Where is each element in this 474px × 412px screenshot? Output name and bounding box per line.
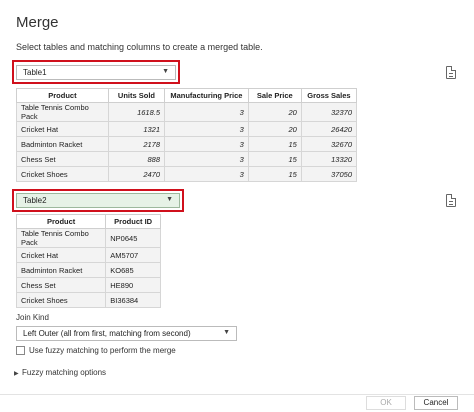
ok-button[interactable]: OK: [366, 396, 406, 410]
triangle-right-icon[interactable]: ▶: [14, 370, 19, 377]
table2-header-product: Product: [15, 214, 107, 229]
table-row: Cricket Hat 1321 3 20 26420: [16, 121, 358, 137]
table-cell: 15: [247, 136, 302, 152]
table-cell: 20: [247, 121, 302, 137]
table-cell: Cricket Hat: [16, 121, 109, 137]
table-cell: 888: [107, 151, 166, 167]
table-cell: NP0645: [105, 228, 161, 248]
fuzzy-options-toggle[interactable]: Fuzzy matching options: [22, 368, 106, 377]
table-cell: HE890: [105, 277, 161, 293]
table-row: Badminton Racket KO685: [15, 262, 161, 278]
table1-header-product: Product: [16, 88, 109, 103]
table-cell: BI36384: [105, 292, 161, 308]
table-cell: 13320: [300, 151, 358, 167]
fuzzy-matching-label: Use fuzzy matching to perform the merge: [29, 346, 176, 355]
table-cell: 3: [164, 166, 249, 182]
table-cell: 1618.5: [107, 102, 166, 122]
table-row: Chess Set 888 3 15 13320: [16, 151, 358, 167]
table-cell: Table Tennis Combo Pack: [15, 228, 107, 248]
table-cell: 32670: [300, 136, 358, 152]
chevron-down-icon: ▼: [162, 68, 169, 75]
table-cell: 1321: [107, 121, 166, 137]
table-cell: 2470: [107, 166, 166, 182]
chevron-down-icon: ▼: [223, 329, 230, 336]
table-row: Badminton Racket 2178 3 15 32670: [16, 136, 358, 152]
file-preview-icon[interactable]: [446, 194, 456, 207]
table1-preview: Product Units Sold Manufacturing Price S…: [16, 88, 358, 182]
table2-select[interactable]: Table2 ▼: [16, 193, 180, 208]
join-kind-value: Left Outer (all from first, matching fro…: [23, 329, 191, 338]
table-row: Chess Set HE890: [15, 277, 161, 293]
table-cell: 32370: [300, 102, 358, 122]
table-cell: AM5707: [105, 247, 161, 263]
table2-select-value: Table2: [23, 196, 47, 205]
table-cell: Chess Set: [15, 277, 107, 293]
table2-header-product-id: Product ID: [105, 214, 161, 229]
table-cell: 3: [164, 136, 249, 152]
table-cell: 3: [164, 151, 249, 167]
table1-select[interactable]: Table1 ▼: [16, 65, 176, 80]
table-cell: 20: [247, 102, 302, 122]
dialog-title: Merge: [16, 14, 59, 31]
fuzzy-matching-checkbox[interactable]: [16, 346, 25, 355]
table-cell: Table Tennis Combo Pack: [16, 102, 109, 122]
table-cell: 3: [164, 121, 249, 137]
table-cell: 3: [164, 102, 249, 122]
table-cell: Chess Set: [16, 151, 109, 167]
table-cell: 26420: [300, 121, 358, 137]
table-row: Table Tennis Combo Pack 1618.5 3 20 3237…: [16, 102, 358, 122]
cancel-button[interactable]: Cancel: [414, 396, 458, 410]
file-preview-icon[interactable]: [446, 66, 456, 79]
footer-divider: [0, 394, 474, 395]
table-cell: 15: [247, 151, 302, 167]
table2-preview: Product Product ID Table Tennis Combo Pa…: [15, 214, 161, 308]
table1-header-units: Units Sold: [107, 88, 166, 103]
table-row: Table Tennis Combo Pack NP0645: [15, 228, 161, 248]
table-cell: 15: [247, 166, 302, 182]
table-cell: Cricket Hat: [15, 247, 107, 263]
table-cell: 37050: [300, 166, 358, 182]
table-row: Cricket Shoes BI36384: [15, 292, 161, 308]
table-cell: Badminton Racket: [15, 262, 107, 278]
table-cell: Badminton Racket: [16, 136, 109, 152]
table1-header-sale: Sale Price: [247, 88, 302, 103]
table1-select-value: Table1: [23, 68, 47, 77]
chevron-down-icon: ▼: [166, 196, 173, 203]
join-kind-label: Join Kind: [16, 313, 49, 322]
table-cell: 2178: [107, 136, 166, 152]
table-cell: Cricket Shoes: [16, 166, 109, 182]
join-kind-select[interactable]: Left Outer (all from first, matching fro…: [16, 326, 237, 341]
table-cell: KO685: [105, 262, 161, 278]
dialog-subtitle: Select tables and matching columns to cr…: [16, 42, 263, 52]
table-row: Cricket Hat AM5707: [15, 247, 161, 263]
table1-header-mfg: Manufacturing Price: [164, 88, 249, 103]
table1-header-gross: Gross Sales: [300, 88, 358, 103]
table-row: Cricket Shoes 2470 3 15 37050: [16, 166, 358, 182]
table-cell: Cricket Shoes: [15, 292, 107, 308]
